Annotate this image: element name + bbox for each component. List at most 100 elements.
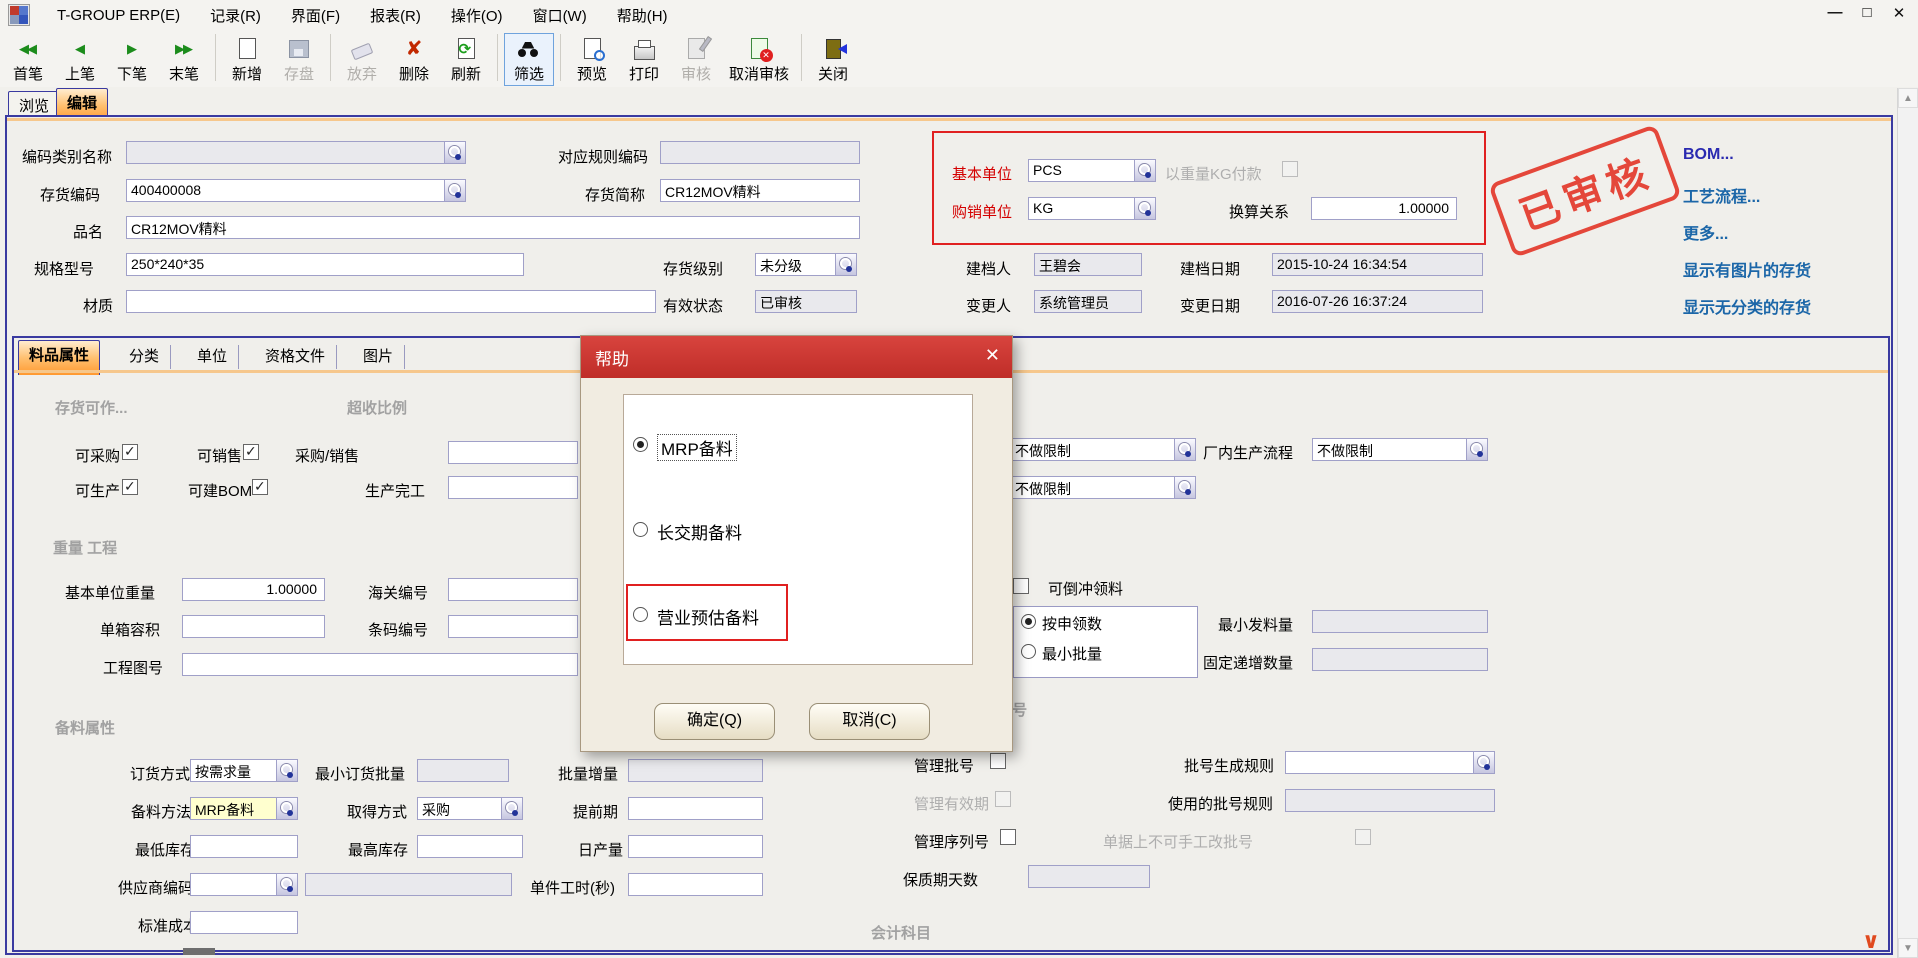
delete-button[interactable]: ✘删除	[389, 33, 439, 86]
base-unit-field[interactable]: PCS	[1028, 159, 1156, 182]
close-button[interactable]: ✕	[1890, 4, 1908, 22]
tab-qualification-files[interactable]: 资格文件	[254, 345, 337, 369]
menu-operation[interactable]: 操作(O)	[436, 1, 518, 30]
unit-work-seconds-field[interactable]	[628, 873, 763, 896]
material-field[interactable]	[126, 290, 656, 313]
new-button[interactable]: 新增	[222, 33, 272, 86]
link-more[interactable]: 更多...	[1683, 220, 1728, 244]
drawing-no-field[interactable]	[182, 653, 578, 676]
link-show-unclassified-items[interactable]: 显示无分类的存货	[1683, 294, 1811, 318]
close-form-button[interactable]: 关闭	[808, 33, 858, 86]
menu-tgroup-erp[interactable]: T-GROUP ERP(E)	[42, 3, 195, 28]
menu-record[interactable]: 记录(R)	[195, 1, 276, 30]
cancel-audit-button[interactable]: 取消审核	[723, 33, 795, 86]
maximize-button[interactable]: □	[1858, 4, 1876, 22]
next-record-button[interactable]: ▶下笔	[107, 33, 157, 86]
prep-method-field[interactable]: MRP备料	[190, 797, 298, 820]
spec-field[interactable]: 250*240*35	[126, 253, 524, 276]
manage-serial-checkbox[interactable]	[1000, 829, 1016, 845]
print-button[interactable]: 打印	[619, 33, 669, 86]
dialog-close-icon[interactable]: ✕	[985, 345, 1000, 366]
lookup-icon[interactable]	[276, 874, 297, 895]
trade-unit-field[interactable]: KG	[1028, 197, 1156, 220]
purchasable-checkbox[interactable]	[122, 444, 138, 460]
link-show-items-with-image[interactable]: 显示有图片的存货	[1683, 257, 1811, 281]
base-unit-weight-field[interactable]: 1.00000	[182, 578, 325, 601]
lookup-icon[interactable]	[1473, 752, 1494, 773]
min-stock-field[interactable]	[190, 835, 298, 858]
vertical-scrollbar[interactable]: ▲ ▼	[1897, 88, 1918, 958]
lookup-icon[interactable]	[1466, 439, 1487, 460]
exit-door-icon	[826, 39, 841, 59]
scroll-up-icon[interactable]: ▲	[1898, 88, 1918, 108]
lead-time-field[interactable]	[628, 797, 763, 820]
restriction-field-1[interactable]: 不做限制	[1010, 438, 1196, 461]
filter-button[interactable]: 筛选	[504, 33, 554, 86]
rule-code-field[interactable]	[660, 141, 860, 164]
box-volume-field[interactable]	[182, 615, 325, 638]
lookup-icon[interactable]	[1134, 160, 1155, 181]
menu-help[interactable]: 帮助(H)	[602, 1, 683, 30]
restriction-field-2[interactable]: 不做限制	[1010, 476, 1196, 499]
item-short-name-field[interactable]: CR12MOV精料	[660, 179, 860, 202]
link-process-flow[interactable]: 工艺流程...	[1683, 183, 1760, 207]
supplier-code-field[interactable]	[190, 873, 298, 896]
scroll-down-icon[interactable]: ▼	[1898, 938, 1918, 958]
mrp-prep-radio[interactable]	[633, 437, 648, 452]
lookup-icon[interactable]	[444, 180, 465, 201]
last-record-button[interactable]: ▶▶末笔	[159, 33, 209, 86]
barcode-field[interactable]	[448, 615, 578, 638]
menu-report[interactable]: 报表(R)	[355, 1, 436, 30]
tab-classification[interactable]: 分类	[118, 345, 171, 369]
long-leadtime-prep-label[interactable]: 长交期备料	[657, 519, 742, 544]
acquire-method-field[interactable]: 采购	[417, 797, 523, 820]
item-code-field[interactable]: 400400008	[126, 179, 466, 202]
preview-button[interactable]: 预览	[567, 33, 617, 86]
issue-by-request-radio[interactable]	[1021, 614, 1036, 629]
max-stock-field[interactable]	[417, 835, 523, 858]
producible-checkbox[interactable]	[122, 479, 138, 495]
product-name-field[interactable]: CR12MOV精料	[126, 216, 860, 239]
dialog-cancel-button[interactable]: 取消(C)	[809, 703, 930, 740]
lot-rule-field[interactable]	[1285, 751, 1495, 774]
mrp-prep-label[interactable]: MRP备料	[657, 434, 737, 461]
lookup-icon[interactable]	[1174, 439, 1195, 460]
red-x-badge-icon	[760, 49, 773, 62]
minimize-button[interactable]: —	[1826, 4, 1844, 22]
tab-units[interactable]: 单位	[186, 345, 239, 369]
horizontal-scrollbar-thumb[interactable]	[183, 948, 215, 955]
sellable-checkbox[interactable]	[243, 444, 259, 460]
purchase-sales-ratio-field[interactable]	[448, 441, 578, 464]
dialog-ok-button[interactable]: 确定(Q)	[654, 703, 775, 740]
inventory-level-field[interactable]: 未分级	[755, 253, 857, 276]
issue-min-batch-radio[interactable]	[1021, 644, 1036, 659]
prev-record-button[interactable]: ◀上笔	[55, 33, 105, 86]
lookup-icon[interactable]	[444, 142, 465, 163]
production-finish-ratio-field[interactable]	[448, 476, 578, 499]
tab-images[interactable]: 图片	[352, 345, 405, 369]
factory-flow-field[interactable]: 不做限制	[1312, 438, 1488, 461]
bom-allowed-checkbox[interactable]	[252, 479, 268, 495]
lookup-icon[interactable]	[835, 254, 856, 275]
daily-output-field[interactable]	[628, 835, 763, 858]
help-dialog-titlebar[interactable]: 帮助	[581, 336, 1012, 378]
coding-category-field[interactable]	[126, 141, 466, 164]
menu-interface[interactable]: 界面(F)	[276, 1, 355, 30]
conversion-field[interactable]: 1.00000	[1311, 197, 1457, 220]
link-bom[interactable]: BOM...	[1683, 146, 1734, 164]
lookup-icon[interactable]	[1134, 198, 1155, 219]
refresh-button[interactable]: ⟳刷新	[441, 33, 491, 86]
lookup-icon[interactable]	[276, 760, 297, 781]
menu-window[interactable]: 窗口(W)	[518, 1, 602, 30]
more-content-below-icon[interactable]: ∨	[1862, 928, 1880, 954]
customs-code-field[interactable]	[448, 578, 578, 601]
order-method-field[interactable]: 按需求量	[190, 759, 298, 782]
standard-cost-field[interactable]	[190, 911, 298, 934]
lookup-icon[interactable]	[1174, 477, 1195, 498]
manage-lot-checkbox[interactable]	[990, 753, 1006, 769]
lookup-icon[interactable]	[276, 798, 297, 819]
lookup-icon[interactable]	[501, 798, 522, 819]
long-leadtime-prep-radio[interactable]	[633, 522, 648, 537]
first-record-button[interactable]: ◀◀首笔	[3, 33, 53, 86]
backflush-checkbox[interactable]	[1013, 578, 1029, 594]
